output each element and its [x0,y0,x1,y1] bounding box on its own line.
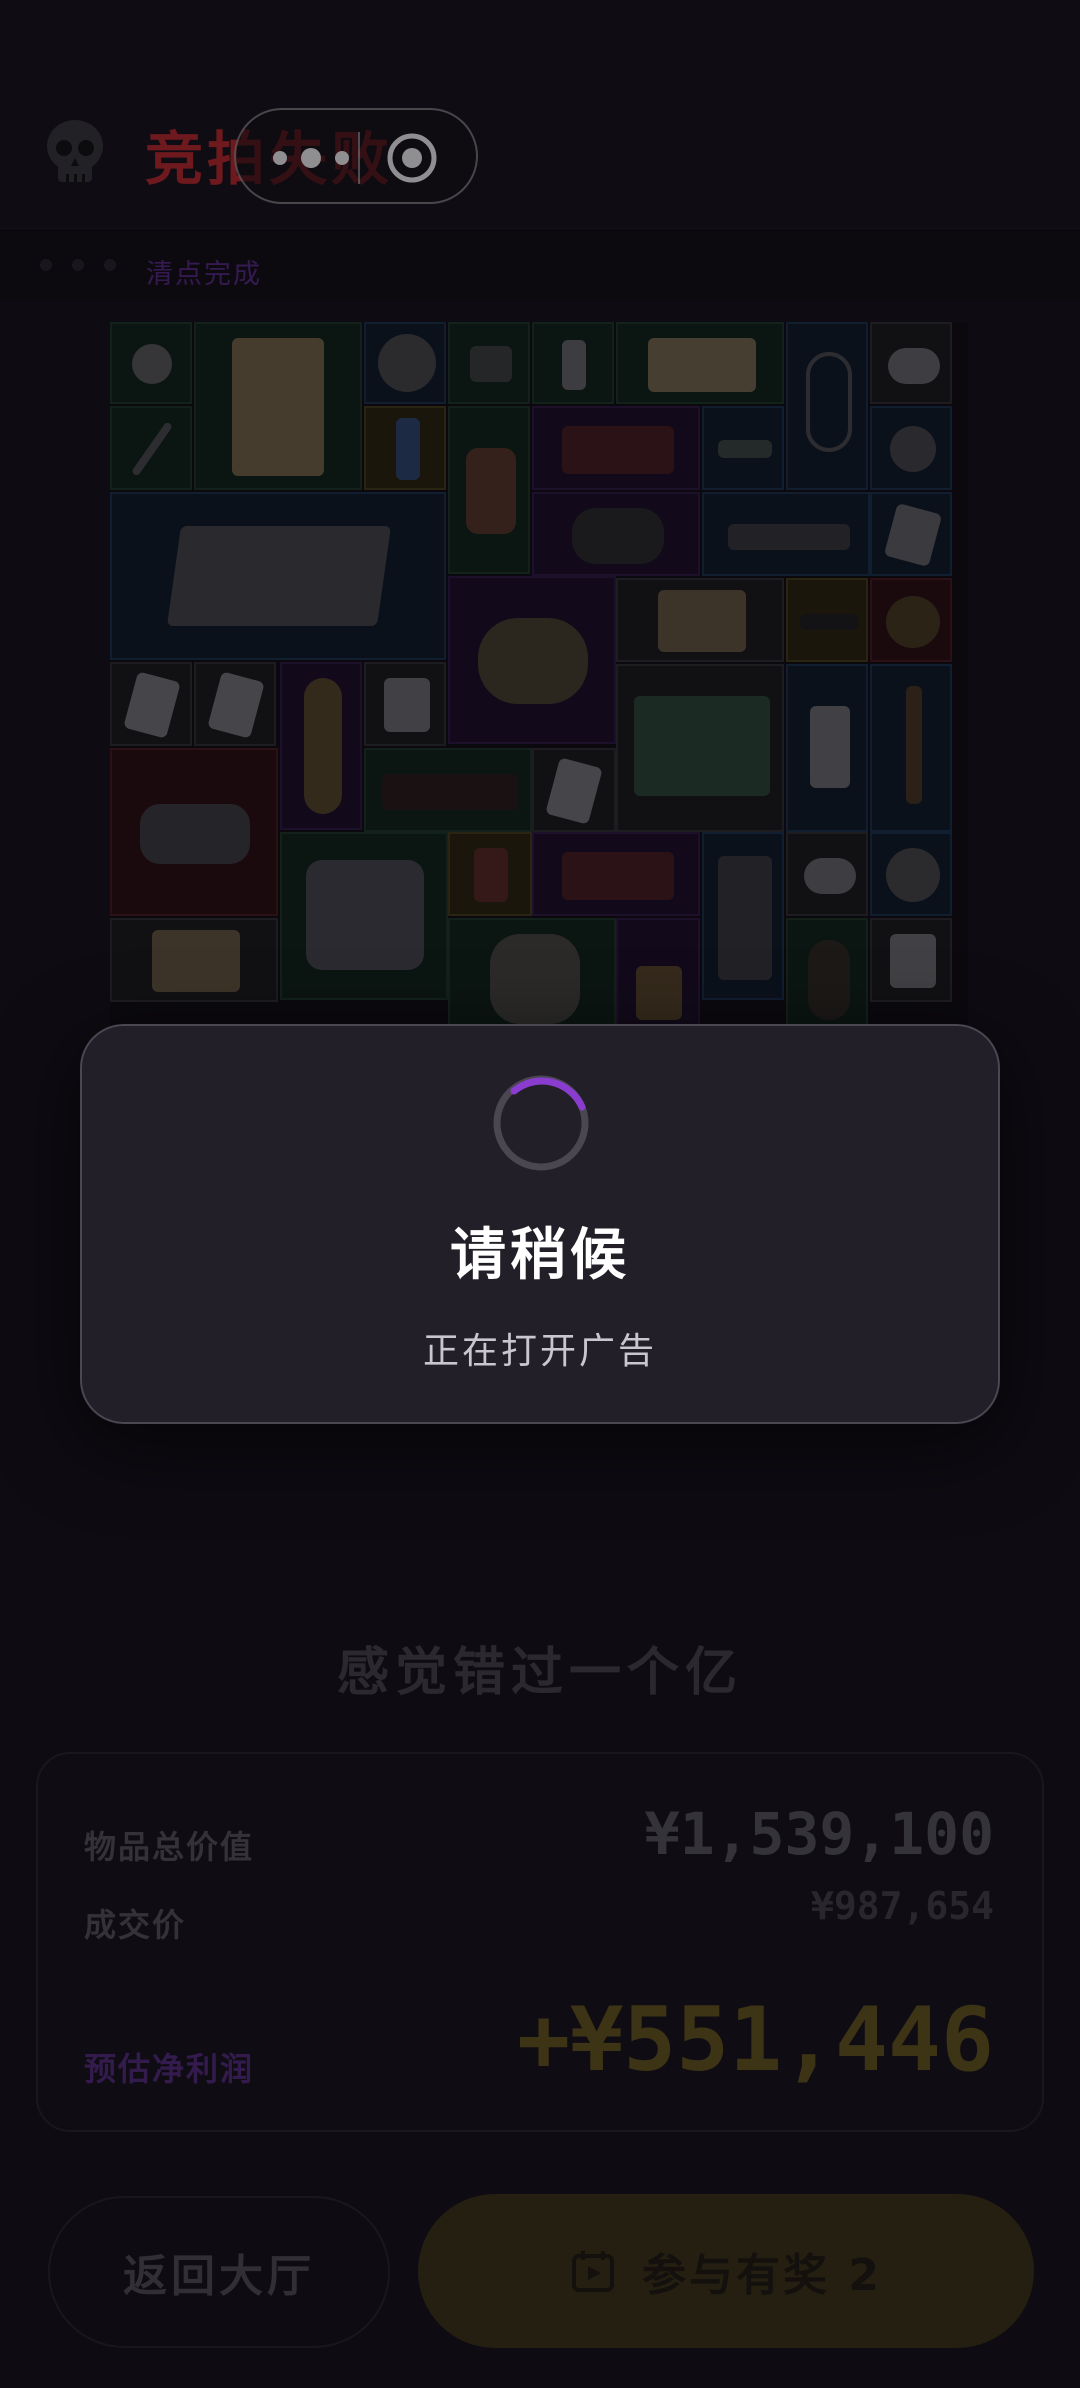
dialog-title: 请稍候 [450,1223,630,1288]
loading-spinner-icon [493,1075,589,1171]
dialog-message: 正在打开广告 [422,1331,657,1372]
loading-dialog: 请稍候 正在打开广告 [80,1024,1000,1424]
